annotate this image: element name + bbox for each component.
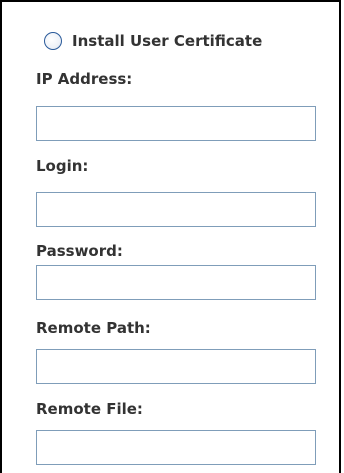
install-user-certificate-option[interactable]: Install User Certificate: [44, 30, 262, 52]
password-input[interactable]: [36, 265, 316, 300]
install-user-certificate-label: Install User Certificate: [72, 32, 263, 50]
remote-file-label: Remote File:: [36, 400, 143, 418]
remote-file-input[interactable]: [36, 430, 316, 465]
login-label: Login:: [36, 157, 89, 175]
remote-path-input[interactable]: [36, 349, 316, 384]
remote-path-label: Remote Path:: [36, 319, 151, 337]
ip-address-input[interactable]: [36, 106, 316, 141]
install-user-certificate-radio[interactable]: [44, 32, 62, 50]
password-label: Password:: [36, 242, 123, 260]
certificate-install-panel: Install User Certificate IP Address: Log…: [0, 0, 341, 473]
ip-address-label: IP Address:: [36, 70, 133, 88]
login-input[interactable]: [36, 192, 316, 227]
